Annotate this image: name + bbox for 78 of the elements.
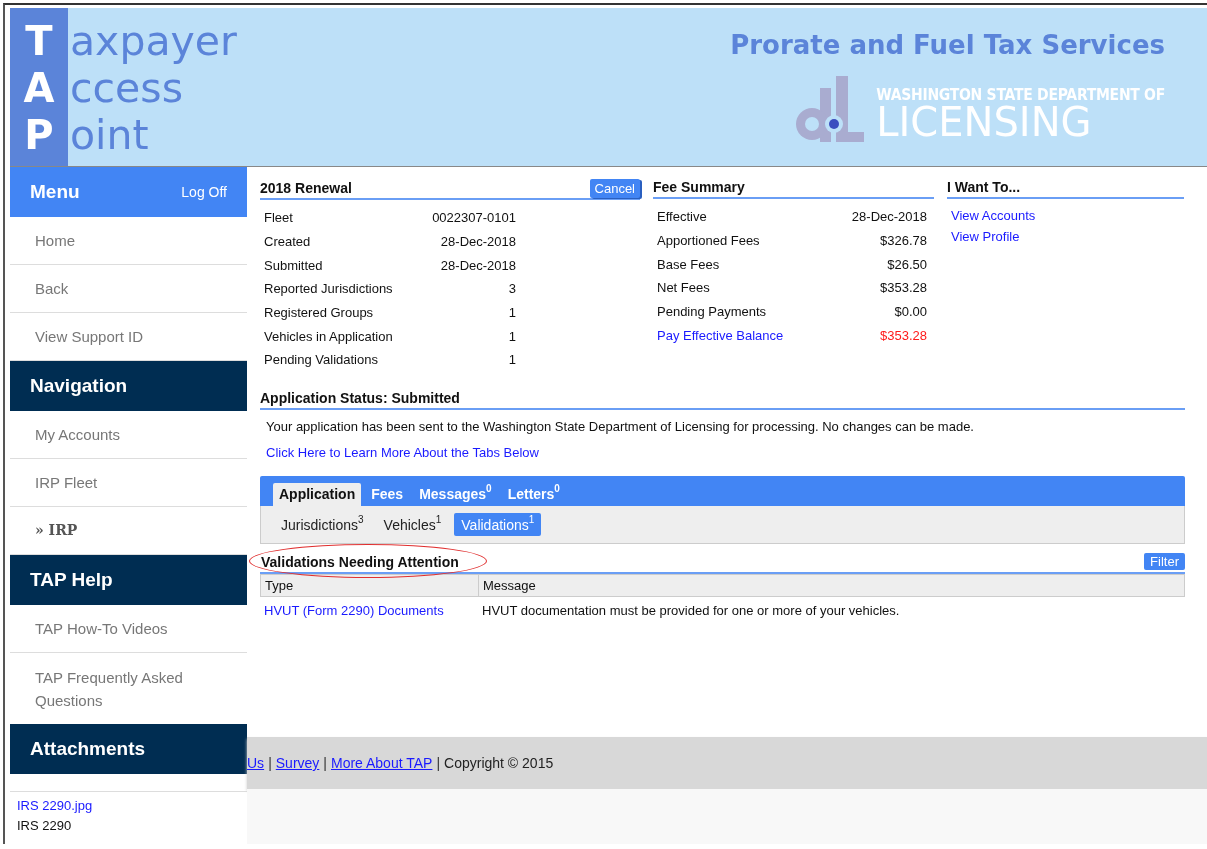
attachment-caption: IRS 2290 [17, 818, 73, 833]
field-value: 28-Dec-2018 [851, 209, 927, 225]
panel-title: Application Status: Submitted [260, 390, 460, 406]
field-label: Fleet [264, 210, 293, 226]
field-value: 28-Dec-2018 [440, 257, 516, 273]
separator: | [323, 755, 327, 771]
field-label: Reported Jurisdictions [264, 281, 393, 297]
subtab[interactable]: Validations$^{1}$ [454, 513, 542, 536]
copyright-text: Copyright © 2015 [444, 755, 554, 771]
subtab[interactable]: Vehicles$^{1}$ [376, 513, 449, 536]
field-label: Vehicles in Application [264, 328, 393, 344]
sidebar-item[interactable]: My Accounts [10, 411, 247, 459]
sidebar-item[interactable]: TAP How-To Videos [10, 605, 247, 653]
panel-title: Fee Summary [653, 179, 745, 195]
sidebar-title: Attachments [30, 738, 146, 760]
sidebar-title: TAP Help [30, 569, 113, 591]
column-header: Message [482, 577, 537, 595]
logo-word: axpayer [70, 18, 237, 65]
footer-link[interactable]: Survey [275, 755, 320, 771]
field-label: Apportioned Fees [657, 233, 760, 249]
service-title: Prorate and Fuel Tax Services [730, 30, 1165, 60]
footer-link[interactable]: More About TAP [331, 755, 433, 771]
sidebar-item[interactable]: IRP Fleet [10, 459, 247, 507]
column-header: Type [261, 575, 479, 596]
subtab[interactable]: Jurisdictions$^{3}$ [274, 513, 371, 536]
separator: | [436, 755, 441, 771]
field-label: Registered Groups [264, 305, 374, 321]
sidebar-title: Navigation [30, 375, 128, 397]
sidebar-item[interactable]: Back [10, 265, 247, 313]
status-message: Your application has been sent to the Washington State Department of Licensing for processing. No changes can be made. [265, 418, 975, 436]
panel-title: I Want To... [947, 179, 1021, 195]
agency-line: WASHINGTON STATE DEPARTMENT OF [876, 84, 1165, 104]
action-link[interactable]: View Profile [947, 226, 1184, 247]
pay-balance-link[interactable]: Pay Effective Balance [657, 327, 784, 343]
learn-more-link[interactable]: Click Here to Learn More About the Tabs Below [260, 443, 545, 465]
cancel-button[interactable]: Cancel [589, 179, 640, 198]
sidebar-item[interactable]: Home [10, 217, 247, 265]
section-title: Validations Needing Attention [261, 554, 459, 570]
sidebar-title: Menu [30, 181, 80, 203]
attachment-link[interactable]: IRS 2290.jpg [17, 798, 240, 813]
field-value: $26.50 [887, 256, 927, 272]
tab[interactable]: Fees [365, 483, 410, 506]
field-value: $353.28 [880, 280, 927, 296]
sidebar-item[interactable]: TAP Frequently Asked Questions [10, 653, 247, 724]
field-label: Pending Validations [264, 352, 378, 368]
field-value: 0022307-0101 [432, 210, 516, 226]
field-value: 1 [508, 328, 516, 344]
field-value: 3 [508, 281, 516, 297]
field-label: Effective [657, 209, 707, 225]
logo-word: ccess [70, 65, 185, 112]
panel-title: 2018 Renewal [260, 180, 352, 196]
action-link[interactable]: View Accounts [947, 205, 1184, 226]
tab[interactable]: Application [273, 483, 362, 506]
balance-amount: $353.28 [880, 327, 927, 343]
tab[interactable]: Messages$^{0}$ [413, 483, 498, 506]
validation-message: HVUT documentation must be provided for one or more of your vehicles. [482, 603, 900, 618]
logo-letter: A [23, 65, 55, 112]
validation-type-link[interactable]: HVUT (Form 2290) Documents [264, 603, 444, 618]
separator: | [268, 755, 272, 771]
field-value: 1 [508, 352, 516, 368]
log-off-link[interactable]: Log Off [181, 184, 227, 200]
tab[interactable]: Letters$^{0}$ [501, 483, 566, 506]
field-value: 28-Dec-2018 [440, 234, 516, 250]
agency-logo-icon [796, 76, 865, 142]
agency-name: LICENSING [876, 102, 1092, 142]
field-label: Base Fees [657, 256, 720, 272]
field-value: $0.00 [894, 304, 927, 320]
field-value: $326.78 [880, 233, 927, 249]
field-label: Created [264, 234, 311, 250]
logo-letter: T [25, 18, 53, 65]
field-label: Pending Payments [657, 304, 767, 320]
footer-link[interactable]: Us [247, 755, 265, 771]
logo-word: oint [70, 112, 150, 159]
filter-button[interactable]: Filter [1144, 553, 1185, 570]
field-label: Submitted [264, 257, 323, 273]
field-label: Net Fees [657, 280, 710, 296]
logo-letter: P [24, 112, 54, 159]
field-value: 1 [508, 305, 516, 321]
